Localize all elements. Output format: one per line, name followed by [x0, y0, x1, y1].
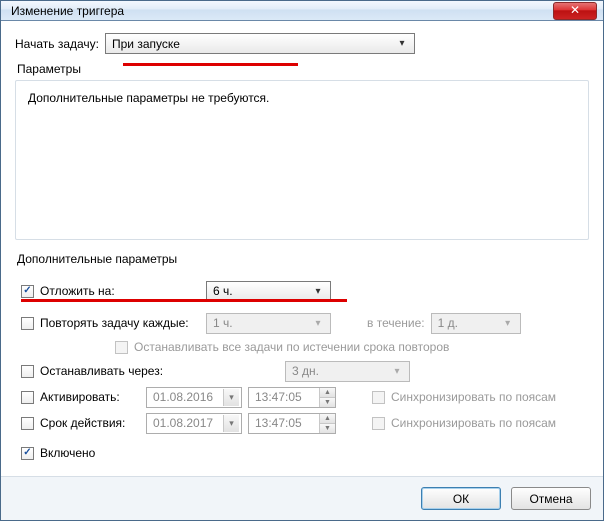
repeat-checkbox[interactable]	[21, 317, 34, 330]
chevron-down-icon: ▾	[310, 318, 326, 329]
highlight-underline-2	[21, 299, 347, 302]
expire-date-value: 01.08.2017	[153, 416, 213, 430]
activate-label: Активировать:	[40, 390, 140, 404]
expire-time-value: 13:47:05	[255, 416, 302, 430]
stop-all-checkbox[interactable]	[115, 341, 128, 354]
enabled-label: Включено	[40, 446, 95, 460]
begin-task-value: При запуске	[112, 37, 394, 51]
expire-sync-checkbox[interactable]	[372, 417, 385, 430]
ok-button-label: ОК	[453, 492, 469, 506]
begin-task-combo[interactable]: При запуске ▾	[105, 33, 415, 54]
calendar-icon[interactable]: ▾	[223, 415, 239, 432]
expire-label: Срок действия:	[40, 416, 140, 430]
activate-sync-checkbox[interactable]	[372, 391, 385, 404]
advanced-legend: Дополнительные параметры	[17, 252, 589, 266]
basic-params-box: Дополнительные параметры не требуются.	[15, 80, 589, 240]
close-icon: ✕	[570, 3, 580, 17]
activate-sync-label: Синхронизировать по поясам	[391, 390, 556, 404]
chevron-down-icon: ▾	[394, 38, 410, 49]
content-area: Начать задачу: При запуске ▾ Параметры Д…	[1, 21, 603, 476]
stop-after-label: Останавливать через:	[40, 364, 200, 378]
repeat-for-label: в течение:	[367, 316, 425, 330]
params-legend: Параметры	[17, 62, 589, 76]
begin-task-label: Начать задачу:	[15, 37, 99, 51]
activate-time-input[interactable]: 13:47:05 ▲▼	[248, 387, 336, 408]
repeat-interval-value: 1 ч.	[213, 316, 310, 330]
expire-date-input[interactable]: 01.08.2017 ▾	[146, 413, 242, 434]
delay-checkbox[interactable]	[21, 285, 34, 298]
close-button[interactable]: ✕	[553, 2, 597, 20]
stop-after-value-combo[interactable]: 3 дн. ▾	[285, 361, 410, 382]
cancel-button[interactable]: Отмена	[511, 487, 591, 510]
chevron-down-icon: ▾	[500, 318, 516, 329]
time-spinner[interactable]: ▲▼	[319, 414, 335, 433]
activate-date-input[interactable]: 01.08.2016 ▾	[146, 387, 242, 408]
stop-after-value: 3 дн.	[292, 364, 389, 378]
cancel-button-label: Отмена	[529, 492, 572, 506]
chevron-down-icon: ▾	[310, 286, 326, 297]
repeat-duration-combo[interactable]: 1 д. ▾	[431, 313, 521, 334]
enabled-checkbox[interactable]	[21, 447, 34, 460]
repeat-label: Повторять задачу каждые:	[40, 316, 200, 330]
expire-checkbox[interactable]	[21, 417, 34, 430]
expire-time-input[interactable]: 13:47:05 ▲▼	[248, 413, 336, 434]
activate-checkbox[interactable]	[21, 391, 34, 404]
activate-date-value: 01.08.2016	[153, 390, 213, 404]
highlight-underline	[123, 63, 298, 66]
stop-after-checkbox[interactable]	[21, 365, 34, 378]
delay-label: Отложить на:	[40, 284, 200, 298]
dialog-edit-trigger: Изменение триггера ✕ Начать задачу: При …	[0, 0, 604, 521]
activate-time-value: 13:47:05	[255, 390, 302, 404]
chevron-down-icon: ▾	[389, 366, 405, 377]
repeat-duration-value: 1 д.	[438, 316, 500, 330]
ok-button[interactable]: ОК	[421, 487, 501, 510]
repeat-interval-combo[interactable]: 1 ч. ▾	[206, 313, 331, 334]
expire-sync-label: Синхронизировать по поясам	[391, 416, 556, 430]
time-spinner[interactable]: ▲▼	[319, 388, 335, 407]
delay-value: 6 ч.	[213, 284, 310, 298]
titlebar: Изменение триггера ✕	[1, 1, 603, 21]
window-title: Изменение триггера	[11, 4, 124, 18]
calendar-icon[interactable]: ▾	[223, 389, 239, 406]
no-params-message: Дополнительные параметры не требуются.	[28, 91, 576, 105]
dialog-buttons: ОК Отмена	[1, 476, 603, 520]
stop-all-label: Останавливать все задачи по истечении ср…	[134, 340, 449, 354]
